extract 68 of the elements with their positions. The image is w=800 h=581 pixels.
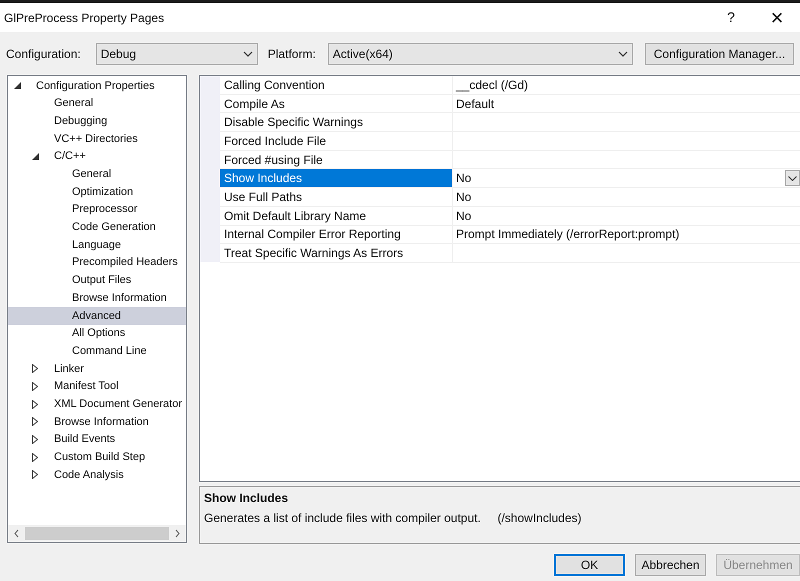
property-row[interactable]: Treat Specific Warnings As Errors	[220, 244, 800, 263]
tree-item[interactable]: Precompiled Headers	[8, 254, 186, 272]
property-name: Omit Default Library Name	[223, 208, 368, 224]
tree-item[interactable]: XML Document Generator	[8, 395, 186, 414]
property-value: No	[456, 208, 472, 225]
dialog-button[interactable]: OK	[554, 554, 625, 576]
property-row[interactable]: Disable Specific Warnings	[220, 113, 800, 132]
tree-item[interactable]: Linker	[8, 360, 186, 378]
property-name: Show Includes	[220, 169, 452, 188]
property-name: Calling Convention	[223, 76, 326, 94]
property-value: No	[456, 170, 472, 188]
tree-item[interactable]: Language	[8, 236, 186, 254]
property-value: No	[456, 188, 472, 206]
tree-item[interactable]: Advanced	[8, 306, 186, 325]
tree-item[interactable]: General	[8, 165, 186, 184]
property-name: Compile As	[223, 96, 286, 112]
property-name: Forced Include File	[223, 132, 328, 150]
property-row[interactable]: Internal Compiler Error Reporting Prompt Immediately (/errorReport:prompt)	[220, 226, 800, 244]
property-value: Prompt Immediately (/errorReport:prompt)	[456, 226, 680, 244]
tree-item[interactable]: Output Files	[8, 272, 186, 290]
tree-item[interactable]: General	[8, 94, 186, 112]
configuration-dropdown[interactable]: Debug	[96, 43, 258, 65]
expanded-triangle-icon[interactable]	[32, 153, 39, 160]
description-title: Show Includes	[204, 490, 290, 507]
property-row[interactable]: Omit Default Library Name No	[220, 206, 800, 226]
chevron-down-icon	[788, 176, 797, 181]
tree-item[interactable]: Preprocessor	[8, 200, 186, 218]
help-button[interactable]: ?	[708, 3, 754, 32]
tree-item[interactable]: Custom Build Step	[8, 448, 186, 466]
dropdown-caret-icon	[618, 51, 628, 57]
dialog-button[interactable]: Abbrechen	[635, 554, 706, 576]
tree-item[interactable]: Code Generation	[8, 218, 186, 236]
tree-item[interactable]: Command Line	[8, 342, 186, 360]
expanded-triangle-icon[interactable]	[14, 82, 21, 90]
configuration-manager-button[interactable]: Configuration Manager...	[644, 43, 794, 65]
property-name: Treat Specific Warnings As Errors	[223, 245, 404, 262]
scrollbar-thumb[interactable]	[25, 527, 169, 540]
property-row[interactable]: Forced Include File	[220, 132, 800, 151]
description-text: Generates a list of include files with compiler output. (/showIncludes)	[204, 510, 583, 527]
property-name: Forced #using File	[223, 152, 324, 168]
dropdown-caret-icon	[242, 51, 253, 57]
tree-item[interactable]: VC++ Directories	[8, 130, 186, 148]
tree-item[interactable]: All Options	[8, 324, 186, 342]
tree-item[interactable]: Code Analysis	[8, 466, 186, 484]
close-button[interactable]: ×	[754, 3, 800, 32]
tree-item[interactable]: Browse Information	[8, 289, 186, 307]
horizontal-scrollbar[interactable]	[8, 525, 186, 542]
value-dropdown-button[interactable]	[785, 170, 800, 186]
tree-item[interactable]: Optimization	[8, 183, 186, 201]
tree-item[interactable]: C/C++	[8, 148, 186, 166]
property-value: Default	[456, 96, 496, 113]
property-name: Disable Specific Warnings	[223, 114, 364, 132]
tree-item[interactable]: Debugging	[8, 112, 186, 130]
property-name: Use Full Paths	[223, 188, 304, 206]
configuration-label: Configuration:	[6, 46, 81, 63]
property-value: __cdecl (/Gd)	[456, 76, 530, 94]
property-row[interactable]: Calling Convention __cdecl (/Gd)	[220, 76, 800, 95]
tree-item[interactable]: Configuration Properties	[8, 77, 186, 95]
platform-label: Platform:	[268, 46, 316, 63]
window-title: GlPreProcess Property Pages	[4, 10, 166, 26]
tree-item[interactable]: Build Events	[8, 430, 186, 448]
property-row[interactable]: Show Includes No	[220, 169, 800, 188]
tree-item[interactable]: Browse Information	[8, 413, 186, 431]
property-row[interactable]: Compile As Default	[220, 94, 800, 114]
property-name: Internal Compiler Error Reporting	[223, 226, 402, 244]
tree-item[interactable]: Manifest Tool	[8, 378, 186, 396]
property-row[interactable]: Use Full Paths No	[220, 188, 800, 207]
platform-dropdown[interactable]: Active(x64)	[328, 43, 633, 65]
